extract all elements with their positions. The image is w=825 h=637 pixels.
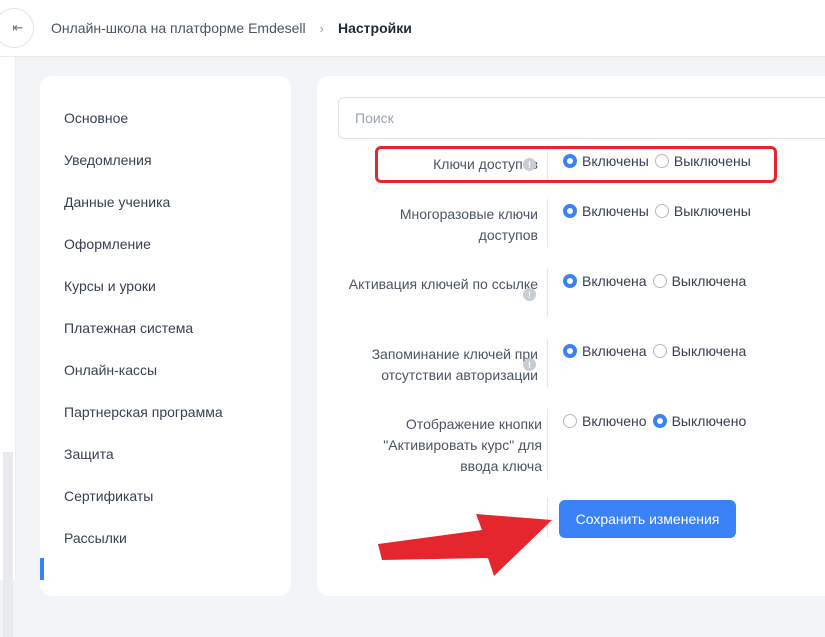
setting-label: Запоминание ключей при отсутствии автори…	[371, 346, 538, 383]
divider	[547, 339, 548, 387]
radio-label: Выключена	[671, 273, 747, 289]
sidebar-item-student-data[interactable]: Данные ученика	[64, 194, 170, 210]
radio-label: Включена	[582, 273, 647, 289]
radio-label: Включены	[582, 203, 649, 219]
radio-option-off[interactable]: Выключено	[652, 413, 747, 429]
info-icon[interactable]: !	[523, 358, 536, 371]
radio-option-on[interactable]: Включено	[563, 413, 647, 429]
divider	[547, 409, 548, 479]
sidebar-item-design[interactable]: Оформление	[64, 236, 151, 252]
radio-unchecked[interactable]	[652, 274, 667, 288]
radio-option-off[interactable]: Выключена	[652, 343, 747, 359]
radio-checked[interactable]	[563, 204, 577, 218]
sidebar-item-online-cashbox[interactable]: Онлайн-кассы	[64, 362, 157, 378]
radio-group: Включены Выключены	[563, 203, 757, 219]
radio-checked[interactable]	[563, 344, 577, 358]
radio-unchecked[interactable]	[654, 204, 669, 218]
save-changes-button[interactable]: Сохранить изменения	[559, 500, 736, 538]
active-nav-indicator	[40, 558, 44, 580]
radio-group: Включена Выключена	[563, 273, 752, 289]
sidebar-item-basic[interactable]: Основное	[64, 110, 128, 126]
setting-label: Многоразовые ключи доступов	[399, 206, 538, 243]
radio-checked[interactable]	[652, 414, 667, 428]
breadcrumb: Онлайн-школа на платформе Emdesell › Нас…	[51, 20, 412, 36]
radio-option-on[interactable]: Включена	[563, 273, 647, 289]
sidebar-collapse-icon: ⇤	[12, 20, 24, 35]
app-sidebar-strip	[0, 57, 16, 637]
info-icon[interactable]: !	[523, 288, 536, 301]
sidebar-collapse-button[interactable]: ⇤	[0, 8, 34, 48]
radio-option-off[interactable]: Выключена	[652, 273, 747, 289]
search-input[interactable]	[339, 98, 825, 138]
scrollbar-thumb[interactable]	[3, 452, 13, 637]
sidebar-item-notifications[interactable]: Уведомления	[64, 152, 152, 168]
settings-nav: Основное Уведомления Данные ученика Офор…	[40, 76, 291, 596]
radio-checked[interactable]	[563, 274, 577, 288]
annotation-highlight-box	[375, 146, 777, 183]
divider	[547, 199, 548, 247]
top-header: ⇤ Онлайн-школа на платформе Emdesell › Н…	[0, 0, 825, 57]
sidebar-item-security[interactable]: Защита	[64, 446, 114, 462]
setting-label: Активация ключей по ссылке	[348, 276, 538, 292]
radio-label: Выключено	[671, 413, 747, 429]
breadcrumb-parent-link[interactable]: Онлайн-школа на платформе Emdesell	[51, 20, 306, 36]
radio-group: Включена Выключена	[563, 343, 752, 359]
sidebar-item-certificates[interactable]: Сертификаты	[64, 488, 153, 504]
setting-label: Отображение кнопки "Активировать курс" д…	[383, 416, 542, 474]
chevron-right-icon: ›	[319, 20, 324, 36]
radio-option-on[interactable]: Включена	[563, 343, 647, 359]
sidebar-item-mailings[interactable]: Рассылки	[64, 530, 127, 546]
annotation-arrow-icon	[378, 514, 552, 576]
search-box	[338, 97, 825, 139]
radio-option-on[interactable]: Включены	[563, 203, 649, 219]
divider	[547, 269, 548, 317]
radio-label: Выключена	[671, 343, 747, 359]
sidebar-item-affiliate[interactable]: Партнерская программа	[64, 404, 223, 420]
sidebar-item-courses[interactable]: Курсы и уроки	[64, 278, 156, 294]
radio-unchecked[interactable]	[563, 414, 577, 428]
radio-unchecked[interactable]	[652, 344, 667, 358]
radio-label: Включено	[582, 413, 647, 429]
sidebar-item-payment[interactable]: Платежная система	[64, 320, 193, 336]
radio-group: Включено Выключено	[563, 413, 752, 429]
breadcrumb-current: Настройки	[338, 20, 412, 36]
radio-label: Включена	[582, 343, 647, 359]
radio-option-off[interactable]: Выключены	[654, 203, 751, 219]
radio-label: Выключены	[673, 203, 751, 219]
